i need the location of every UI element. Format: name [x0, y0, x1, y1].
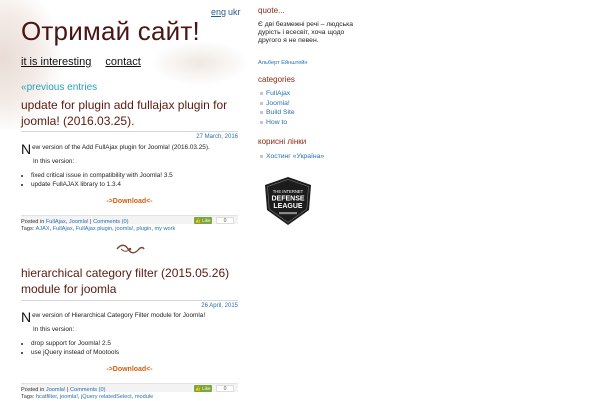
nav-item-contact[interactable]: contact [105, 56, 140, 68]
list-item: drop support for Joomla! 2.5 [31, 339, 238, 348]
nav-item-it-is-interesting[interactable]: it is interesting [21, 56, 91, 68]
site-title[interactable]: Отримай сайт! [21, 16, 200, 47]
sidebar-item-fullajax: FullAjax [260, 89, 295, 99]
comments-link[interactable]: Comments (0) [93, 219, 128, 225]
sidebar-item-hosting: Хостинг «Україна» [259, 152, 324, 162]
tag-link[interactable]: joomla! [115, 226, 133, 232]
list-item: fixed critical issue in compatibility wi… [31, 171, 238, 180]
sidebar-category-link[interactable]: Joomla! [266, 100, 290, 107]
sidebar-item-joomla: Joomla! [260, 99, 295, 109]
category-link[interactable]: Joomla! [46, 387, 66, 393]
category-link[interactable]: FullAjax [46, 219, 66, 225]
list-item: update FullAJAX library to 1.3.4 [31, 180, 238, 189]
tag-link[interactable]: FullAjax plugin [76, 226, 112, 232]
sidebar-category-link[interactable]: How to [266, 119, 287, 126]
sidebar-quote-text: Є дві безмежні речі – людська дурість і … [258, 21, 354, 44]
sidebar-links-heading: корисні лінки [258, 137, 307, 146]
sidebar-quote-author[interactable]: Альберт Ейнштейн [258, 60, 308, 66]
category-link[interactable]: Joomla! [69, 219, 89, 225]
post-title[interactable]: update for plugin add fullajax plugin fo… [21, 97, 243, 129]
post-date: 27 March, 2016 [21, 131, 238, 143]
sidebar-category-link[interactable]: FullAjax [266, 90, 290, 97]
ornament-divider-icon [116, 244, 145, 254]
tag-link[interactable]: hcatfilter [36, 394, 57, 400]
badge-line-1: THE INTERNET [273, 189, 304, 194]
lang-switch-ukr[interactable]: ukr [228, 7, 241, 17]
list-item: use jQuery instead of Mootools [31, 348, 238, 357]
drop-cap: N [21, 309, 32, 325]
post-intro: ew version of Hierarchical Category Filt… [32, 312, 206, 319]
download-suffix: <- [146, 366, 153, 373]
download-suffix: <- [146, 198, 153, 205]
post-body: N ew version of Hierarchical Category Fi… [21, 309, 238, 357]
post-intro: ew version of the Add FullAjax plugin fo… [32, 144, 210, 151]
tag-link[interactable]: jQuery relatedSelect [81, 394, 132, 400]
tag-link[interactable]: joomla! [60, 394, 78, 400]
badge-line-3: LEAGUE [273, 203, 303, 210]
tag-link[interactable]: plugin [136, 226, 151, 232]
post-subhead: In this version: [33, 326, 75, 333]
post-title[interactable]: hierarchical category filter (2015.05.26… [21, 265, 243, 297]
tag-link[interactable]: AJAX [36, 226, 50, 232]
badge-line-2: DEFENSE [271, 196, 304, 203]
post-posted-in: Posted in Joomla! | Comments (0) Tags: h… [21, 387, 154, 400]
sidebar-links-list: Хостинг «Україна» [258, 152, 324, 162]
previous-entries-link[interactable]: «previous entries [21, 82, 97, 93]
sidebar-quote-heading: quote... [258, 6, 285, 15]
sidebar-item-how-to: How to [260, 118, 295, 128]
comments-link[interactable]: Comments (0) [70, 387, 105, 393]
tag-link[interactable]: module [135, 394, 153, 400]
main-nav: it is interesting contact [21, 56, 152, 68]
sidebar-categories-list: FullAjax Joomla! Build Site How to [258, 89, 295, 127]
download-link[interactable]: ->Download<- [21, 198, 238, 205]
post-changelog-list: fixed critical issue in compatibility wi… [21, 171, 238, 189]
download-link[interactable]: ->Download<- [21, 366, 238, 373]
sidebar-category-link[interactable]: Build Site [266, 109, 295, 116]
tag-link[interactable]: my work [154, 226, 175, 232]
post-posted-in: Posted in FullAjax, Joomla! | Comments (… [21, 219, 176, 232]
sidebar-categories-heading: categories [258, 75, 295, 84]
post-body: N ew version of the Add FullAjax plugin … [21, 141, 238, 189]
post-changelog-list: drop support for Joomla! 2.5 use jQuery … [21, 339, 238, 357]
post-subhead: In this version: [33, 158, 75, 165]
sidebar-item-build-site: Build Site [260, 108, 295, 118]
sidebar-hosting-link[interactable]: Хостинг «Україна» [266, 153, 324, 160]
drop-cap: N [21, 141, 32, 157]
lang-switch-eng[interactable]: eng [211, 7, 226, 17]
tag-link[interactable]: FullAjax [53, 226, 73, 232]
internet-defense-league-badge-icon[interactable]: THE INTERNET DEFENSE LEAGUE [263, 176, 313, 226]
